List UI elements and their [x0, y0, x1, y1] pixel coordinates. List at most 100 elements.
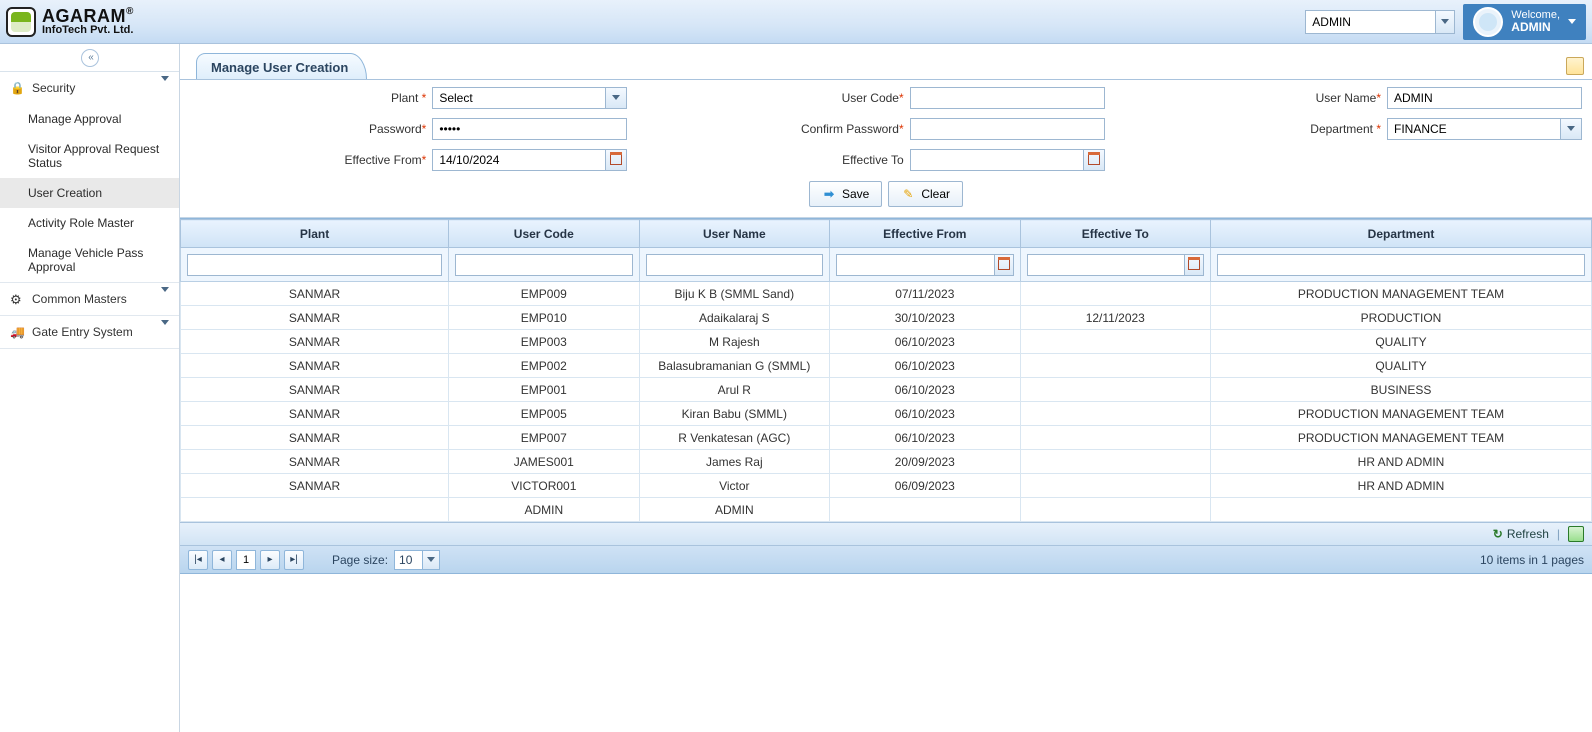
effective-from-field[interactable] — [432, 149, 627, 171]
clear-button[interactable]: Clear — [888, 181, 963, 207]
save-button-label: Save — [842, 187, 869, 201]
top-admin-dropdown[interactable] — [1435, 10, 1455, 34]
cell-to — [1020, 330, 1210, 354]
cell-name: M Rajesh — [639, 330, 829, 354]
cell-code: EMP007 — [449, 426, 639, 450]
refresh-link[interactable]: Refresh — [1493, 527, 1549, 541]
department-label: Department * — [1310, 122, 1381, 136]
pager-page-input[interactable] — [236, 550, 256, 570]
sticky-note-icon[interactable] — [1566, 57, 1584, 75]
sidebar-head-common-masters[interactable]: Common Masters — [0, 283, 179, 315]
cell-plant: SANMAR — [181, 426, 449, 450]
cell-from: 06/10/2023 — [830, 378, 1020, 402]
filter-effective-to[interactable] — [1027, 254, 1185, 276]
sidebar-item-manage-approval[interactable]: Manage Approval — [0, 104, 179, 134]
table-row[interactable]: SANMARJAMES001James Raj20/09/2023HR AND … — [181, 450, 1592, 474]
col-username[interactable]: User Name — [639, 220, 829, 248]
table-row[interactable]: SANMAREMP001Arul R06/10/2023BUSINESS — [181, 378, 1592, 402]
logo-reg: ® — [126, 7, 134, 17]
col-effective-to[interactable]: Effective To — [1020, 220, 1210, 248]
cell-plant: SANMAR — [181, 282, 449, 306]
sidebar-section-gate-entry: Gate Entry System — [0, 316, 179, 349]
department-dropdown-button[interactable] — [1560, 118, 1582, 140]
usercode-label: User Code* — [842, 91, 904, 105]
sidebar-item-user-creation[interactable]: User Creation — [0, 178, 179, 208]
welcome-user: ADMIN — [1511, 21, 1560, 34]
col-department[interactable]: Department — [1211, 220, 1592, 248]
plant-select[interactable] — [432, 87, 627, 109]
pager-first[interactable]: |◂ — [188, 550, 208, 570]
col-usercode[interactable]: User Code — [449, 220, 639, 248]
cell-code: ADMIN — [449, 498, 639, 522]
logo: AGARAM ® InfoTech Pvt. Ltd. — [6, 7, 134, 37]
col-effective-from[interactable]: Effective From — [830, 220, 1020, 248]
filter-to-calendar-button[interactable] — [1184, 254, 1204, 276]
effective-to-calendar-button[interactable] — [1083, 149, 1105, 171]
cell-dep: QUALITY — [1211, 354, 1592, 378]
sidebar-item-activity-role-master[interactable]: Activity Role Master — [0, 208, 179, 238]
filter-usercode[interactable] — [455, 254, 632, 276]
cell-dep: PRODUCTION MANAGEMENT TEAM — [1211, 402, 1592, 426]
effective-to-input[interactable] — [910, 149, 1083, 171]
sidebar-collapse[interactable]: « — [0, 44, 179, 72]
department-input[interactable] — [1387, 118, 1560, 140]
cell-dep: HR AND ADMIN — [1211, 474, 1592, 498]
top-admin-input[interactable] — [1305, 10, 1435, 34]
table-row[interactable]: SANMAREMP002Balasubramanian G (SMML)06/1… — [181, 354, 1592, 378]
effective-to-field[interactable] — [910, 149, 1105, 171]
plant-input[interactable] — [432, 87, 605, 109]
sidebar-head-security[interactable]: Security — [0, 72, 179, 104]
cell-name: R Venkatesan (AGC) — [639, 426, 829, 450]
filter-plant[interactable] — [187, 254, 442, 276]
table-row[interactable]: SANMAREMP009Biju K B (SMML Sand)07/11/20… — [181, 282, 1592, 306]
sidebar-section-common-masters: Common Masters — [0, 283, 179, 316]
effective-from-calendar-button[interactable] — [605, 149, 627, 171]
user-menu[interactable]: Welcome, ADMIN — [1463, 4, 1586, 40]
page-size-dropdown-button[interactable] — [422, 550, 440, 570]
chevron-down-icon — [161, 292, 169, 306]
cell-from: 06/10/2023 — [830, 354, 1020, 378]
col-plant[interactable]: Plant — [181, 220, 449, 248]
table-row[interactable]: SANMAREMP005Kiran Babu (SMML)06/10/2023P… — [181, 402, 1592, 426]
password-label: Password* — [369, 122, 426, 136]
cell-to — [1020, 282, 1210, 306]
filter-from-calendar-button[interactable] — [994, 254, 1014, 276]
sidebar-head-gate-entry[interactable]: Gate Entry System — [0, 316, 179, 348]
pager-last[interactable]: ▸| — [284, 550, 304, 570]
table-row[interactable]: ADMINADMIN — [181, 498, 1592, 522]
usercode-input[interactable] — [910, 87, 1105, 109]
cell-dep: PRODUCTION MANAGEMENT TEAM — [1211, 426, 1592, 450]
save-button[interactable]: Save — [809, 181, 882, 207]
table-row[interactable]: SANMAREMP007R Venkatesan (AGC)06/10/2023… — [181, 426, 1592, 450]
cell-plant: SANMAR — [181, 330, 449, 354]
table-row[interactable]: SANMAREMP003M Rajesh06/10/2023QUALITY — [181, 330, 1592, 354]
cell-code: EMP009 — [449, 282, 639, 306]
filter-effective-from[interactable] — [836, 254, 994, 276]
filter-username[interactable] — [646, 254, 823, 276]
filter-department[interactable] — [1217, 254, 1585, 276]
sidebar-item-visitor-approval[interactable]: Visitor Approval Request Status — [0, 134, 179, 178]
sidebar-item-manage-vehicle-pass[interactable]: Manage Vehicle Pass Approval — [0, 238, 179, 282]
cell-from — [830, 498, 1020, 522]
page-size-value: 10 — [394, 550, 422, 570]
table-row[interactable]: SANMAREMP010Adaikalaraj S30/10/202312/11… — [181, 306, 1592, 330]
cell-from: 06/10/2023 — [830, 402, 1020, 426]
cell-to — [1020, 498, 1210, 522]
table-row[interactable]: SANMARVICTOR001Victor06/09/2023HR AND AD… — [181, 474, 1592, 498]
plant-label: Plant * — [391, 91, 426, 105]
page-size-select[interactable]: 10 — [394, 550, 440, 570]
plant-dropdown-button[interactable] — [605, 87, 627, 109]
pager-summary: 10 items in 1 pages — [1480, 553, 1584, 567]
pager-prev[interactable]: ◂ — [212, 550, 232, 570]
username-input[interactable] — [1387, 87, 1582, 109]
password-input[interactable] — [432, 118, 627, 140]
username-label: User Name* — [1316, 91, 1381, 105]
excel-export-icon[interactable] — [1568, 526, 1584, 542]
cell-plant: SANMAR — [181, 402, 449, 426]
clear-button-label: Clear — [921, 187, 950, 201]
pager-next[interactable]: ▸ — [260, 550, 280, 570]
top-admin-select[interactable] — [1305, 10, 1455, 34]
confirm-password-input[interactable] — [910, 118, 1105, 140]
department-select[interactable] — [1387, 118, 1582, 140]
effective-from-input[interactable] — [432, 149, 605, 171]
